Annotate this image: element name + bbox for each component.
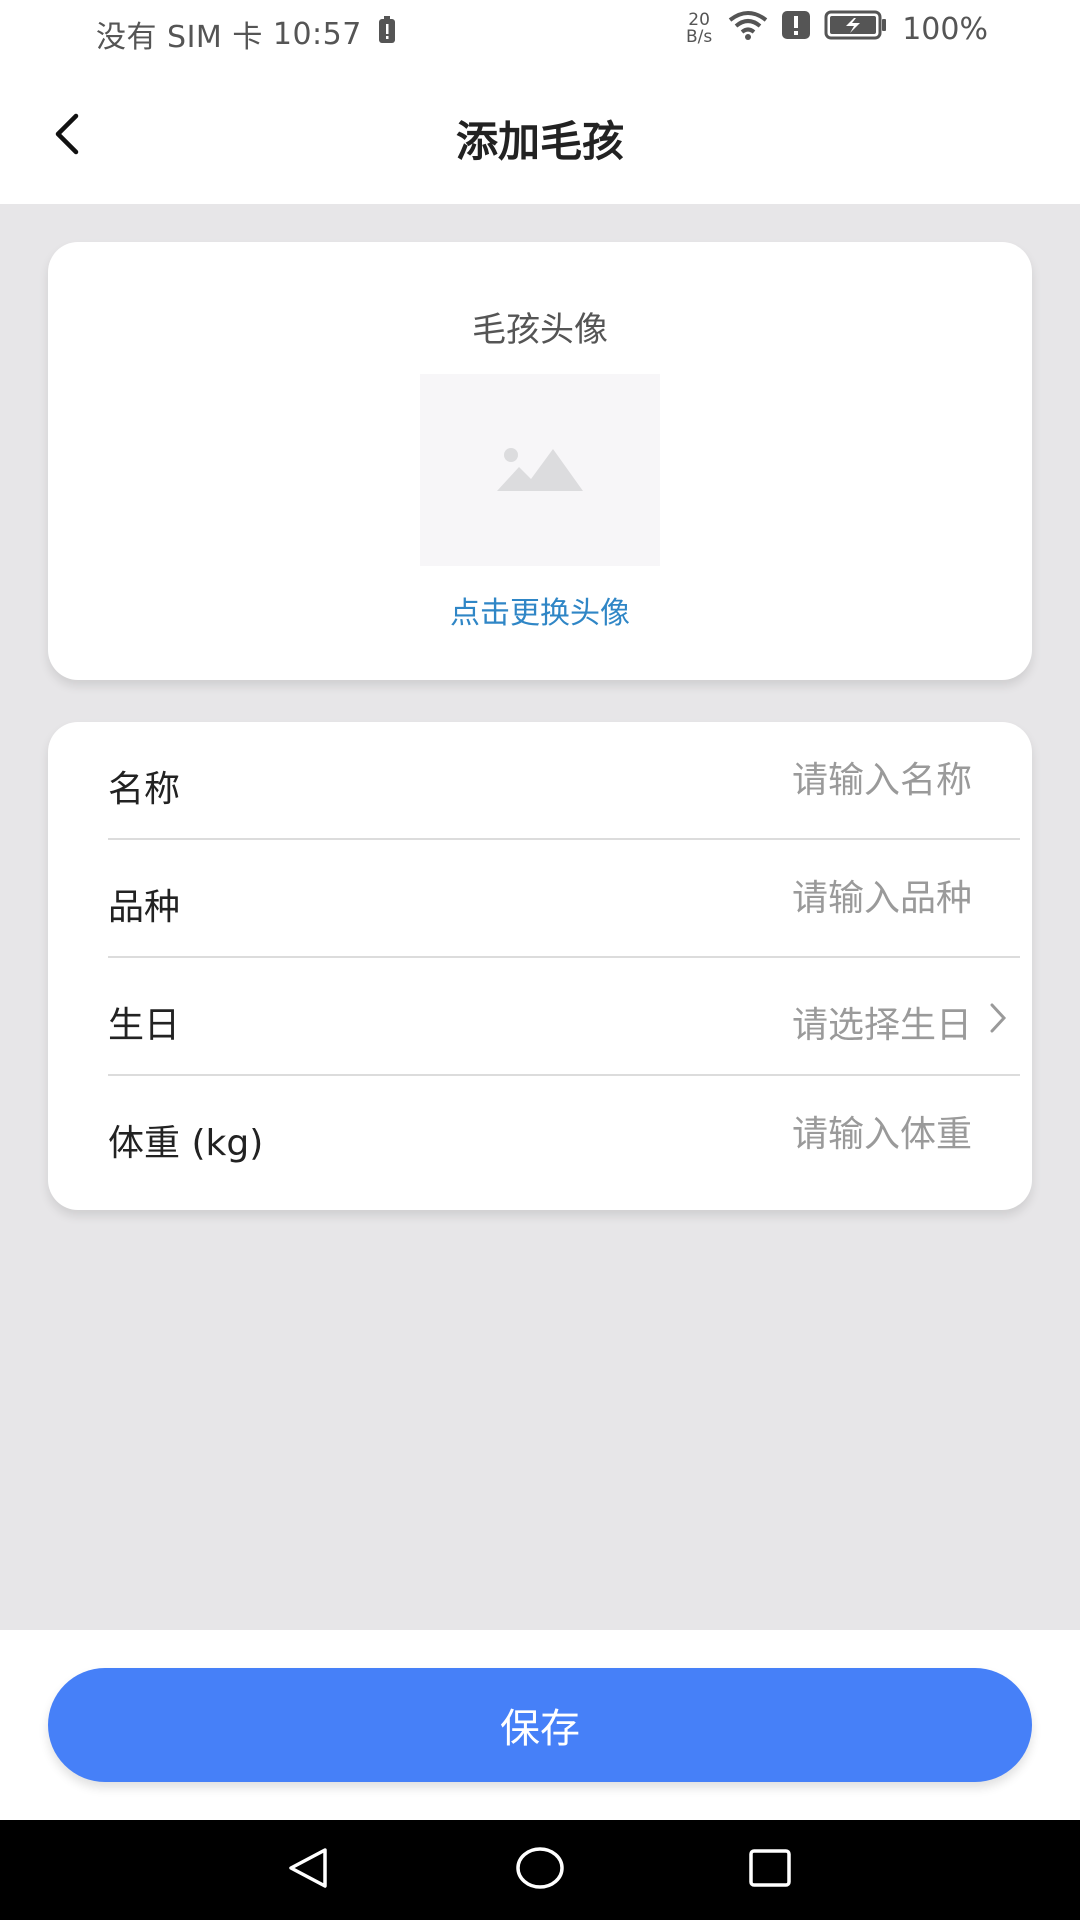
avatar-image[interactable] bbox=[420, 374, 660, 566]
birthday-picker[interactable]: 请选择生日 bbox=[792, 996, 1008, 1048]
nav-recents-button[interactable] bbox=[740, 1844, 800, 1896]
nav-back-button[interactable] bbox=[278, 1844, 338, 1896]
pet-info-form: 名称 品种 生日 请选择生日 体重 (kg) bbox=[48, 722, 1032, 1210]
save-button[interactable]: 保存 bbox=[48, 1668, 1032, 1782]
bottom-bar: 保存 bbox=[0, 1630, 1080, 1820]
weight-label: 体重 (kg) bbox=[108, 1123, 264, 1164]
status-bar: 没有 SIM 卡 10:57 20 B/s 100% bbox=[0, 0, 1080, 66]
form-row-name: 名称 bbox=[108, 722, 1020, 840]
form-row-birthday[interactable]: 生日 请选择生日 bbox=[108, 958, 1020, 1076]
page-title: 添加毛孩 bbox=[455, 117, 624, 166]
name-value bbox=[652, 760, 972, 801]
status-left: 没有 SIM 卡 10:57 bbox=[96, 12, 396, 56]
birthday-placeholder: 请选择生日 bbox=[791, 1005, 972, 1046]
name-label: 名称 bbox=[108, 769, 181, 810]
form-row-weight: 体重 (kg) bbox=[108, 1076, 1020, 1194]
header: 添加毛孩 bbox=[0, 66, 1080, 204]
net-speed: 20 B/s bbox=[686, 12, 712, 46]
avatar-title: 毛孩头像 bbox=[472, 310, 608, 350]
wifi-icon bbox=[728, 10, 768, 48]
system-nav-bar bbox=[0, 1820, 1080, 1920]
weight-value bbox=[652, 1114, 972, 1155]
status-right: 20 B/s 100% bbox=[686, 10, 988, 48]
battery-charging-icon bbox=[824, 10, 888, 48]
nav-home-button[interactable] bbox=[510, 1844, 570, 1896]
image-placeholder-icon bbox=[497, 445, 583, 495]
recents-square-icon bbox=[748, 1848, 792, 1892]
battery-percent: 100% bbox=[902, 11, 988, 47]
carrier-label: 没有 SIM 卡 bbox=[96, 20, 263, 55]
weight-input[interactable] bbox=[652, 1114, 972, 1155]
chevron-right-icon bbox=[988, 1002, 1008, 1043]
change-avatar-link[interactable]: 点击更换头像 bbox=[48, 588, 1032, 632]
name-input[interactable] bbox=[652, 760, 972, 801]
avatar-card: 毛孩头像 点击更换头像 bbox=[48, 242, 1032, 680]
birthday-label: 生日 bbox=[108, 1005, 181, 1046]
breed-input[interactable] bbox=[652, 878, 972, 919]
breed-value bbox=[652, 878, 972, 919]
back-triangle-icon bbox=[285, 1846, 331, 1894]
home-circle-icon bbox=[515, 1845, 565, 1895]
form-row-breed: 品种 bbox=[108, 840, 1020, 958]
breed-label: 品种 bbox=[108, 887, 181, 928]
alert-icon bbox=[782, 11, 811, 47]
clock: 10:57 bbox=[272, 16, 362, 52]
net-speed-unit: B/s bbox=[685, 27, 713, 47]
sim-alert-icon bbox=[378, 16, 396, 52]
